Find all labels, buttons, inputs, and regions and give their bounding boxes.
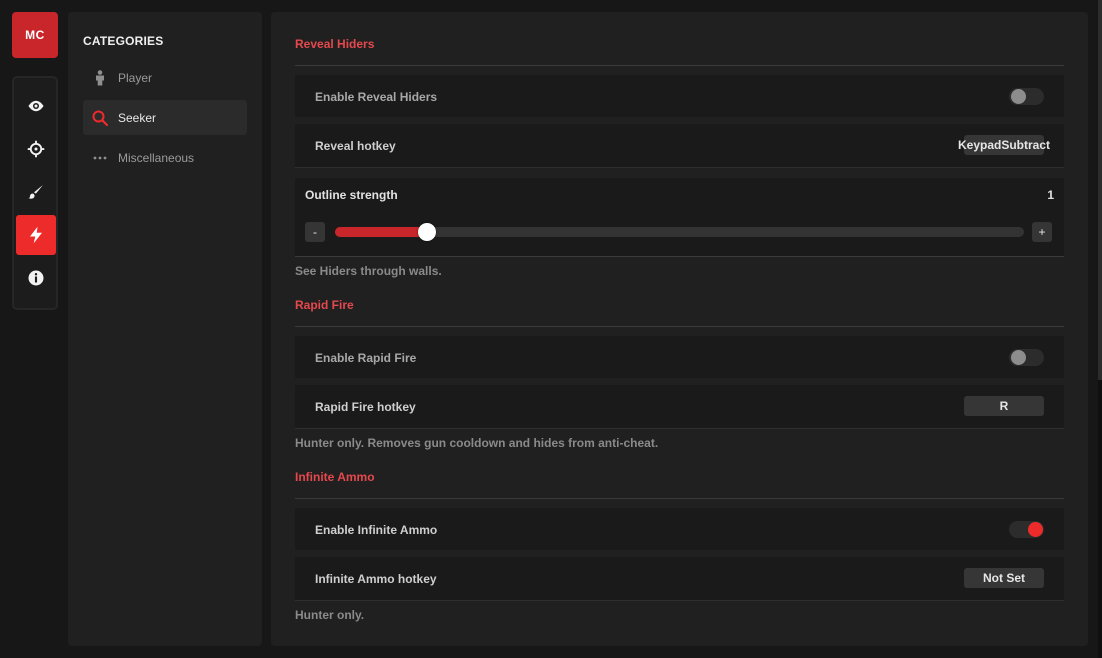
setting-label: Enable Reveal Hiders [315,90,438,104]
reveal-hotkey-button[interactable]: KeypadSubtract [958,135,1050,155]
setting-row-enable-infinite-ammo: Enable Infinite Ammo [295,508,1064,550]
section-divider [295,326,1064,327]
category-player[interactable]: Player [83,60,247,95]
categories-panel: CATEGORIES Player Seeker Miscellaneous [68,12,262,646]
setting-row-enable-reveal-hiders: Enable Reveal Hiders [295,75,1064,117]
enable-infinite-ammo-toggle[interactable] [1009,521,1044,538]
bolt-icon [30,226,42,244]
app-window: MC CATEGORIES Player Seeker Miscellaneou… [0,0,1102,658]
setting-row-rapid-fire-hotkey: Rapid Fire hotkey R [295,385,1064,429]
slider-fill [335,227,429,237]
rail-eye-button[interactable] [16,86,56,126]
setting-row-outline-strength: Outline strength 1 - + [295,178,1064,256]
brush-icon [28,185,43,199]
section-divider [295,498,1064,499]
enable-rapid-fire-toggle[interactable] [1009,349,1044,366]
setting-label: Reveal hotkey [315,139,396,153]
toggle-knob [1028,522,1043,537]
rail-info-button[interactable] [16,258,56,298]
crosshair-icon [27,140,45,158]
category-seeker[interactable]: Seeker [83,100,247,135]
setting-row-enable-rapid-fire: Enable Rapid Fire [295,336,1064,378]
setting-label: Enable Rapid Fire [315,351,417,365]
section-title-rapid-fire: Rapid Fire [295,298,354,312]
app-logo: MC [12,12,58,58]
category-miscellaneous[interactable]: Miscellaneous [83,140,247,175]
icon-rail [12,76,58,310]
setting-row-infinite-ammo-hotkey: Infinite Ammo hotkey Not Set [295,557,1064,601]
slider-thumb[interactable] [418,223,436,241]
section-description: Hunter only. Removes gun cooldown and hi… [295,436,659,450]
section-title-reveal-hiders: Reveal Hiders [295,37,375,51]
categories-title: CATEGORIES [83,34,164,48]
section-title-infinite-ammo: Infinite Ammo [295,470,375,484]
person-icon [92,69,108,86]
section-divider [295,256,1064,257]
search-icon [92,110,108,126]
settings-panel: Reveal Hiders Enable Reveal Hiders Revea… [271,12,1088,646]
rail-crosshair-button[interactable] [16,129,56,169]
scrollbar-thumb[interactable] [1098,0,1102,380]
toggle-knob [1011,89,1026,104]
category-label: Miscellaneous [118,150,195,165]
section-divider [295,65,1064,66]
rapid-fire-hotkey-button[interactable]: R [964,396,1044,416]
slider-increment-button[interactable]: + [1032,222,1052,242]
setting-label: Enable Infinite Ammo [315,523,438,537]
slider-decrement-button[interactable]: - [305,222,325,242]
category-label: Player [118,70,153,85]
slider-label: Outline strength [305,188,398,202]
toggle-knob [1011,350,1026,365]
rail-brush-button[interactable] [16,172,56,212]
enable-reveal-hiders-toggle[interactable] [1009,88,1044,105]
info-icon [28,270,44,286]
outline-strength-slider[interactable] [335,223,1024,241]
rail-bolt-button[interactable] [16,215,56,255]
scrollbar-track[interactable] [1098,0,1102,658]
slider-value: 1 [1047,188,1054,202]
setting-row-reveal-hotkey: Reveal hotkey KeypadSubtract [295,124,1064,168]
eye-icon [28,100,44,112]
setting-label: Rapid Fire hotkey [315,400,416,414]
infinite-ammo-hotkey-button[interactable]: Not Set [964,568,1044,588]
setting-label: Infinite Ammo hotkey [315,572,437,586]
category-label: Seeker [118,110,157,125]
section-description: See Hiders through walls. [295,264,442,278]
more-dots-icon [92,150,108,166]
section-description: Hunter only. [295,608,365,622]
